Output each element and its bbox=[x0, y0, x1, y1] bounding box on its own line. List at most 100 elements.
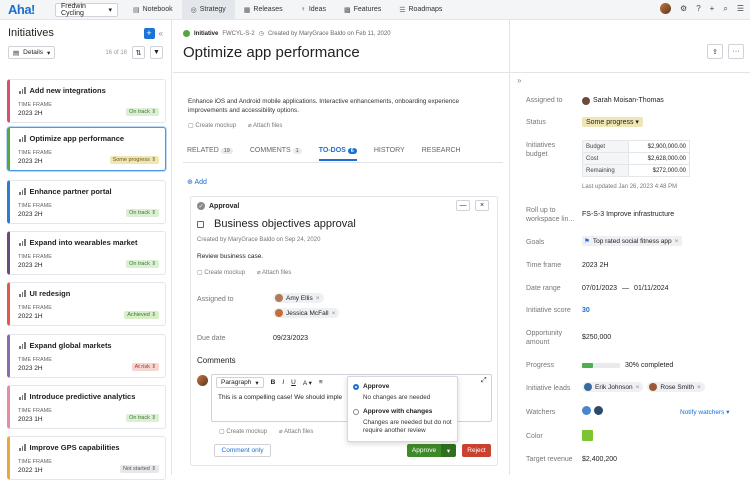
tab-comments[interactable]: COMMENTS 1 bbox=[250, 147, 302, 161]
more-options-button[interactable]: ··· bbox=[728, 44, 744, 59]
initiative-card[interactable]: Add new integrations TIME FRAME 2023 2H On … bbox=[7, 79, 166, 123]
initiative-bars-icon bbox=[19, 393, 26, 400]
collapse-icon[interactable]: « bbox=[159, 29, 163, 38]
status-badge[interactable]: On track ⇕ bbox=[126, 209, 159, 217]
radio-unselected[interactable] bbox=[353, 408, 359, 415]
initiative-card[interactable]: Enhance partner portal TIME FRAME 2023 2H O… bbox=[7, 180, 166, 224]
comment-attach-files-link[interactable]: ⌀ Attach files bbox=[279, 428, 313, 435]
settings-icon[interactable]: ⚙ bbox=[680, 4, 687, 13]
sort-button[interactable]: ⇅ bbox=[132, 46, 145, 59]
color-swatch[interactable] bbox=[582, 430, 593, 441]
search-icon[interactable]: ⌕ bbox=[723, 4, 727, 14]
approve-button[interactable]: Approve bbox=[407, 444, 441, 457]
progress-value[interactable]: 30% completed bbox=[582, 361, 673, 370]
initiative-card[interactable]: Improve GPS capabilities TIME FRAME 2022 1… bbox=[7, 436, 166, 480]
status-badge[interactable]: At risk ⇕ bbox=[131, 363, 159, 371]
nav-roadmaps[interactable]: ☰ Roadmaps bbox=[390, 0, 451, 20]
assignee-chip-2[interactable]: Jessica McFall × bbox=[273, 308, 340, 319]
add-todo-link[interactable]: ⊕ Add bbox=[187, 178, 207, 186]
avatar bbox=[275, 294, 283, 302]
flag-icon: ⚑ bbox=[584, 238, 590, 245]
due-date-value[interactable]: 09/23/2023 bbox=[273, 335, 308, 342]
text-color-icon[interactable]: A ▾ bbox=[303, 379, 312, 387]
nav-features[interactable]: ▩ Features bbox=[335, 0, 390, 20]
score-value[interactable]: 30 bbox=[582, 306, 590, 315]
italic-icon[interactable]: I bbox=[282, 379, 284, 386]
todo-title[interactable]: Business objectives approval bbox=[214, 218, 356, 230]
status-badge[interactable]: Achieved ⇕ bbox=[124, 311, 159, 319]
revenue-value[interactable]: $2,400,200 bbox=[582, 455, 617, 464]
features-grid-icon: ▩ bbox=[343, 6, 351, 14]
bullet-list-icon[interactable]: ≡ bbox=[319, 379, 323, 386]
help-icon[interactable]: ? bbox=[696, 4, 700, 13]
attach-files-link[interactable]: ⌀ Attach files bbox=[248, 122, 282, 129]
option-approve-with-changes[interactable]: Approve with changes bbox=[353, 408, 432, 415]
record-description[interactable]: Enhance iOS and Android mobile applicati… bbox=[188, 97, 498, 115]
todo-body[interactable]: Review business case. bbox=[197, 253, 263, 260]
top-right-tools: ⚙ ? + ⌕ ☰ bbox=[660, 3, 744, 14]
option-approve[interactable]: Approve bbox=[353, 383, 389, 390]
details-view-dropdown[interactable]: ▤ Details ▾ bbox=[8, 46, 56, 59]
tab-research[interactable]: RESEARCH bbox=[422, 147, 461, 161]
nav-strategy[interactable]: ◎ Strategy bbox=[181, 0, 235, 20]
add-initiative-button[interactable]: + bbox=[143, 27, 155, 39]
timeframe-value[interactable]: 2023 2H bbox=[582, 261, 608, 270]
todo-attach-files-link[interactable]: ⌀ Attach files bbox=[257, 269, 291, 276]
initiative-card[interactable]: Expand global markets TIME FRAME 2023 2H At… bbox=[7, 334, 166, 378]
tab-todos[interactable]: TO-DOS 6 bbox=[318, 147, 357, 161]
lead-chip-1[interactable]: Erik Johnson × bbox=[582, 382, 644, 392]
record-id[interactable]: FWCYL-S-2 bbox=[222, 31, 254, 37]
reject-button[interactable]: Reject bbox=[462, 444, 491, 457]
comment-only-button[interactable]: Comment only bbox=[214, 444, 271, 457]
status-badge[interactable]: Not started ⇕ bbox=[119, 465, 159, 473]
notify-watchers-link[interactable]: Notify watchers ▾ bbox=[680, 408, 730, 416]
bold-icon[interactable]: B bbox=[271, 379, 276, 386]
todo-create-mockup-link[interactable]: ▢ Create mockup bbox=[197, 269, 245, 276]
create-mockup-link[interactable]: ▢ Create mockup bbox=[188, 122, 236, 129]
status-badge[interactable]: On track ⇕ bbox=[126, 260, 159, 268]
status-badge[interactable]: On track ⇕ bbox=[126, 414, 159, 422]
initiative-card[interactable]: Introduce predictive analytics TIME FRAME… bbox=[7, 385, 166, 429]
share-button[interactable]: ⇪ bbox=[707, 44, 723, 59]
timeframe-value: 2023 2H bbox=[18, 110, 43, 117]
nav-releases[interactable]: ▦ Releases bbox=[235, 0, 292, 20]
close-todo-button[interactable]: × bbox=[475, 200, 489, 211]
expand-editor-icon[interactable]: ⤢ bbox=[481, 377, 487, 385]
goal-chip[interactable]: ⚑ Top rated social fitness app × bbox=[582, 236, 683, 246]
comment-create-mockup-link[interactable]: ▢ Create mockup bbox=[219, 428, 267, 435]
progress-field-label: Progress bbox=[526, 362, 555, 369]
initiative-card[interactable]: UI redesign TIME FRAME 2022 1H Achieved ⇕ bbox=[7, 282, 166, 326]
rollup-value[interactable]: FS-S-3 Improve infrastructure bbox=[582, 210, 674, 219]
budget-table[interactable]: Budget $2,900,000.00 Cost $2,628,000.00 Re… bbox=[582, 140, 690, 177]
nav-notebook[interactable]: ▤ Notebook bbox=[124, 0, 182, 20]
assigned-to-value[interactable]: Sarah Moisan-Thomas bbox=[582, 96, 664, 105]
timeframe-value: 2023 2H bbox=[18, 262, 43, 269]
opportunity-value[interactable]: $250,000 bbox=[582, 333, 611, 342]
menu-icon[interactable]: ☰ bbox=[737, 4, 744, 13]
underline-icon[interactable]: U bbox=[291, 379, 296, 386]
lead-chip-2[interactable]: Rose Smith × bbox=[647, 382, 705, 392]
paragraph-style-dropdown[interactable]: Paragraph ▾ bbox=[216, 377, 264, 388]
minimize-todo-button[interactable]: — bbox=[456, 200, 470, 211]
workspace-selector[interactable]: Fredwin Cycling ▾ bbox=[55, 2, 118, 17]
add-icon[interactable]: + bbox=[710, 4, 715, 13]
comment-text[interactable]: This is a compelling case! We should imp… bbox=[218, 394, 348, 401]
filter-button[interactable]: ▼ bbox=[150, 46, 163, 59]
status-badge[interactable]: On track ⇕ bbox=[126, 108, 159, 116]
todo-checkbox[interactable] bbox=[197, 221, 204, 228]
radio-selected[interactable] bbox=[353, 383, 359, 390]
tab-related[interactable]: RELATED 19 bbox=[187, 147, 233, 161]
tab-history[interactable]: HISTORY bbox=[374, 147, 405, 161]
watchers-value[interactable] bbox=[582, 406, 603, 415]
approve-options-toggle[interactable]: ▾ bbox=[441, 444, 456, 457]
status-badge[interactable]: Some progress ⇕ bbox=[109, 156, 159, 164]
assignee-chip-1[interactable]: Amy Ellis × bbox=[273, 293, 324, 304]
initiative-card[interactable]: Expand into wearables market TIME FRAME 20… bbox=[7, 231, 166, 275]
initiative-card[interactable]: Optimize app performance TIME FRAME 2023 2… bbox=[7, 127, 166, 171]
app-logo[interactable]: Aha! bbox=[8, 2, 48, 17]
user-avatar[interactable] bbox=[660, 3, 672, 14]
page-title[interactable]: Optimize app performance bbox=[183, 44, 360, 61]
status-dropdown[interactable]: Some progress ▾ bbox=[582, 117, 643, 127]
daterange-value[interactable]: 07/01/2023—01/11/2024 bbox=[582, 284, 669, 293]
nav-ideas[interactable]: ♀ Ideas bbox=[292, 0, 335, 20]
